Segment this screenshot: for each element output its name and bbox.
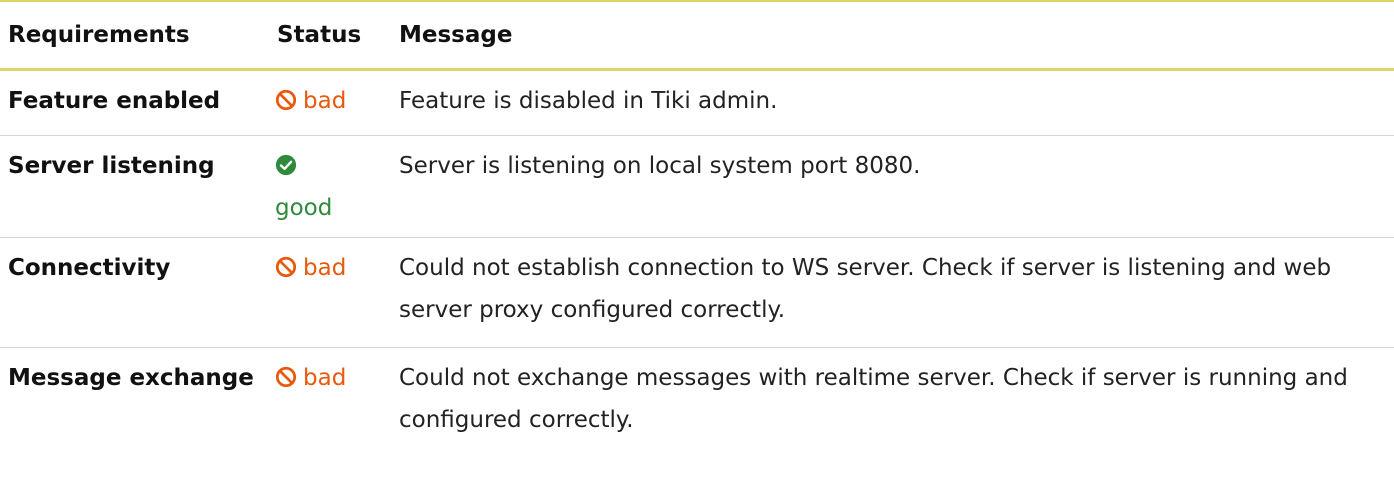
table-row: Connectivity bad Could not establish con…	[0, 237, 1394, 348]
status-cell: bad	[269, 237, 391, 348]
status-cell: bad	[269, 348, 391, 458]
ban-icon	[275, 256, 297, 278]
message-text: Feature is disabled in Tiki admin.	[391, 69, 1394, 136]
ban-icon	[275, 89, 297, 111]
header-message: Message	[391, 2, 1394, 71]
table-row: Server listening good Server is listenin…	[0, 135, 1394, 238]
table-header-row: Requirements Status Message	[0, 2, 1394, 71]
requirement-name: Connectivity	[0, 237, 269, 348]
message-text: Server is listening on local system port…	[391, 135, 1394, 238]
message-text: Could not exchange messages with realtim…	[399, 365, 1348, 433]
status-text: good	[275, 195, 333, 221]
check-circle-icon	[275, 154, 297, 176]
table-row: Feature enabled bad Feature is disabled …	[0, 69, 1394, 136]
status-badge: bad	[275, 255, 346, 281]
status-cell: bad	[269, 69, 391, 136]
status-badge: bad	[275, 88, 346, 114]
requirements-table: Requirements Status Message Feature enab…	[0, 2, 1394, 458]
status-text: bad	[303, 365, 347, 391]
status-badge: good	[275, 153, 391, 229]
requirement-name: Server listening	[0, 135, 269, 238]
status-cell: good	[269, 135, 391, 238]
header-status: Status	[269, 2, 391, 71]
table-row: Message exchange bad Could not exchange …	[0, 348, 1394, 458]
status-text: bad	[303, 88, 347, 114]
header-requirements: Requirements	[0, 2, 269, 71]
ban-icon	[275, 366, 297, 388]
message-text: Could not establish connection to WS ser…	[391, 237, 1394, 348]
requirements-panel: Requirements Status Message Feature enab…	[0, 0, 1394, 479]
requirement-name: Feature enabled	[0, 69, 269, 136]
requirement-name: Message exchange	[8, 365, 254, 391]
status-badge: bad	[275, 365, 346, 391]
status-text: bad	[303, 255, 347, 281]
